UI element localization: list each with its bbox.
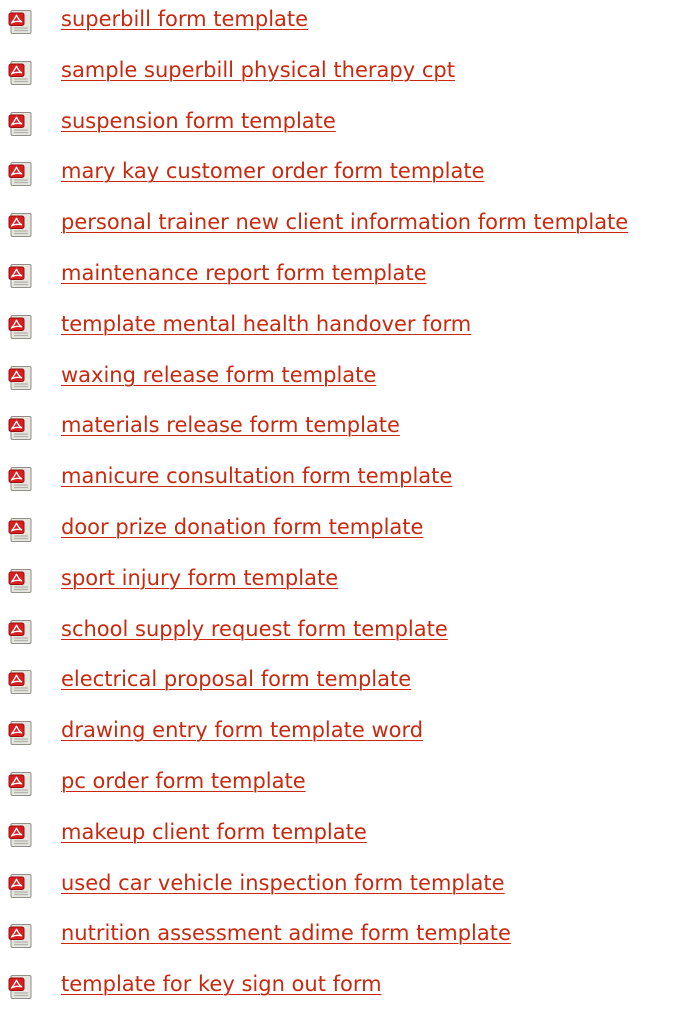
pdf-document-icon bbox=[8, 669, 34, 695]
pdf-document-icon bbox=[8, 720, 34, 746]
template-link[interactable]: materials release form template bbox=[61, 410, 400, 440]
pdf-document-icon bbox=[8, 923, 34, 949]
list-item: template for key sign out form bbox=[0, 965, 695, 1016]
template-link[interactable]: template mental health handover form bbox=[61, 309, 471, 339]
template-link[interactable]: drawing entry form template word bbox=[61, 715, 423, 745]
template-link[interactable]: sample superbill physical therapy cpt bbox=[61, 55, 455, 85]
template-link[interactable]: nutrition assessment adime form template bbox=[61, 918, 511, 948]
pdf-document-icon bbox=[8, 365, 34, 391]
list-item: superbill form template bbox=[0, 0, 695, 51]
template-link[interactable]: superbill form template bbox=[61, 4, 308, 34]
list-item: personal trainer new client information … bbox=[0, 203, 695, 254]
pdf-document-icon bbox=[8, 619, 34, 645]
pdf-document-icon bbox=[8, 111, 34, 137]
list-item: makeup client form template bbox=[0, 813, 695, 864]
list-item: materials release form template bbox=[0, 406, 695, 457]
list-item: sample superbill physical therapy cpt bbox=[0, 51, 695, 102]
pdf-document-icon bbox=[8, 212, 34, 238]
template-link[interactable]: mary kay customer order form template bbox=[61, 156, 485, 186]
pdf-document-icon bbox=[8, 822, 34, 848]
pdf-document-icon bbox=[8, 9, 34, 35]
pdf-document-icon bbox=[8, 60, 34, 86]
pdf-document-icon bbox=[8, 873, 34, 899]
list-item: mary kay customer order form template bbox=[0, 152, 695, 203]
list-item: template mental health handover form bbox=[0, 305, 695, 356]
template-link[interactable]: template for key sign out form bbox=[61, 969, 382, 999]
template-link[interactable]: electrical proposal form template bbox=[61, 664, 411, 694]
pdf-document-icon bbox=[8, 161, 34, 187]
template-link[interactable]: pc order form template bbox=[61, 766, 306, 796]
template-link[interactable]: manicure consultation form template bbox=[61, 461, 452, 491]
list-item: maintenance report form template bbox=[0, 254, 695, 305]
list-item: suspension form template bbox=[0, 102, 695, 153]
list-item: door prize donation form template bbox=[0, 508, 695, 559]
list-item: nutrition assessment adime form template bbox=[0, 914, 695, 965]
template-link[interactable]: school supply request form template bbox=[61, 614, 448, 644]
pdf-document-icon bbox=[8, 517, 34, 543]
pdf-document-icon bbox=[8, 974, 34, 1000]
list-item: manicure consultation form template bbox=[0, 457, 695, 508]
pdf-document-icon bbox=[8, 415, 34, 441]
list-item: pc order form template bbox=[0, 762, 695, 813]
template-link[interactable]: suspension form template bbox=[61, 106, 336, 136]
template-link[interactable]: used car vehicle inspection form templat… bbox=[61, 868, 505, 898]
pdf-document-icon bbox=[8, 771, 34, 797]
list-item: waxing release form template bbox=[0, 356, 695, 407]
template-link[interactable]: maintenance report form template bbox=[61, 258, 427, 288]
template-link[interactable]: makeup client form template bbox=[61, 817, 367, 847]
template-link[interactable]: sport injury form template bbox=[61, 563, 338, 593]
pdf-document-icon bbox=[8, 314, 34, 340]
list-item: school supply request form template bbox=[0, 610, 695, 661]
list-item: drawing entry form template word bbox=[0, 711, 695, 762]
pdf-document-icon bbox=[8, 466, 34, 492]
pdf-document-icon bbox=[8, 263, 34, 289]
template-link-list: superbill form template sample superbill… bbox=[0, 0, 695, 1016]
template-link[interactable]: personal trainer new client information … bbox=[61, 207, 628, 237]
template-link[interactable]: door prize donation form template bbox=[61, 512, 423, 542]
list-item: used car vehicle inspection form templat… bbox=[0, 864, 695, 915]
list-item: sport injury form template bbox=[0, 559, 695, 610]
template-link[interactable]: waxing release form template bbox=[61, 360, 376, 390]
list-item: electrical proposal form template bbox=[0, 660, 695, 711]
pdf-document-icon bbox=[8, 568, 34, 594]
